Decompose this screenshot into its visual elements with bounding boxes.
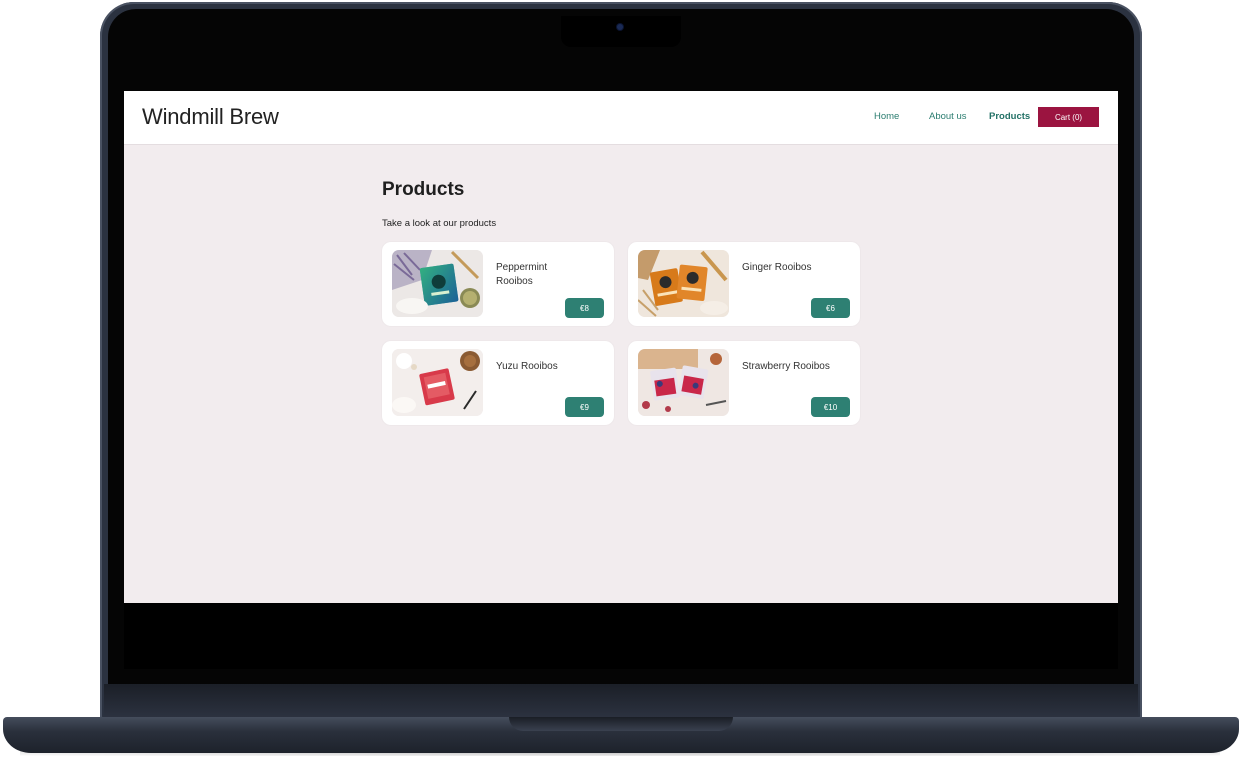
products-section: Products Take a look at our products Pep… [382, 179, 862, 425]
laptop-hinge [104, 684, 1138, 718]
camera-icon [617, 24, 623, 30]
product-name: Peppermint Rooibos [496, 262, 548, 287]
brand-logo[interactable]: Windmill Brew [142, 104, 279, 130]
price-button[interactable]: €9 [565, 397, 604, 417]
cart-button[interactable]: Cart (0) [1038, 107, 1099, 127]
nav-home[interactable]: Home [874, 111, 899, 122]
screen-black-area [124, 603, 1118, 669]
product-name: Strawberry Rooibos [742, 361, 830, 372]
price-button[interactable]: €6 [811, 298, 850, 318]
product-name: Ginger Rooibos [742, 262, 812, 273]
product-name: Yuzu Rooibos [496, 361, 558, 372]
nav-about-us[interactable]: About us [929, 111, 967, 122]
page-subtitle: Take a look at our products [382, 218, 497, 229]
product-card-yuzu-rooibos[interactable]: Yuzu Rooibos €9 [382, 341, 614, 425]
browser-viewport: Windmill Brew Home About us Products Car… [124, 91, 1118, 603]
product-image-peppermint [392, 250, 483, 317]
price-button[interactable]: €8 [565, 298, 604, 318]
product-card-peppermint-rooibos[interactable]: Peppermint Rooibos €8 [382, 242, 614, 326]
price-button[interactable]: €10 [811, 397, 850, 417]
product-image-yuzu [392, 349, 483, 416]
camera-notch [561, 16, 681, 47]
laptop-opening-notch [509, 717, 733, 731]
nav-products[interactable]: Products [989, 111, 1030, 122]
product-image-strawberry [638, 349, 729, 416]
page-title: Products [382, 179, 465, 200]
product-card-ginger-rooibos[interactable]: Ginger Rooibos €6 [628, 242, 860, 326]
product-image-ginger [638, 250, 729, 317]
product-card-strawberry-rooibos[interactable]: Strawberry Rooibos €10 [628, 341, 860, 425]
navbar: Windmill Brew Home About us Products Car… [124, 91, 1118, 145]
